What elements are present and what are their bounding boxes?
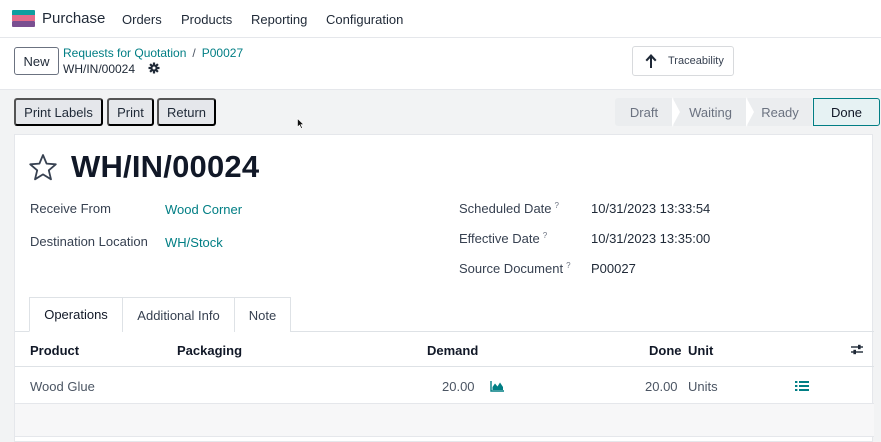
breadcrumb: Requests for Quotation / P00027 (63, 46, 243, 60)
forecast-chart-icon[interactable] (490, 380, 505, 392)
help-icon[interactable]: ? (543, 231, 547, 240)
notebook-tabs: Operations Additional Info Note (29, 297, 291, 332)
effective-date-label: Effective Date? (459, 231, 548, 246)
stage-ready[interactable]: Ready (748, 98, 812, 126)
app-logo-icon[interactable] (12, 10, 35, 27)
column-packaging[interactable]: Packaging (177, 343, 242, 358)
breadcrumb-separator: / (192, 46, 196, 60)
menu-orders[interactable]: Orders (122, 12, 162, 27)
stage-done[interactable]: Done (813, 98, 880, 126)
help-icon[interactable]: ? (566, 261, 570, 270)
form-sheet: WH/IN/00024 Receive From Wood Corner Des… (14, 134, 874, 442)
row-product[interactable]: Wood Glue (30, 379, 95, 394)
detailed-operations-icon[interactable] (795, 380, 809, 392)
column-product[interactable]: Product (30, 343, 79, 358)
table-row[interactable]: Wood Glue 20.00 20.00 Units (15, 368, 874, 404)
row-done[interactable]: 20.00 (645, 379, 678, 394)
source-document-value[interactable]: P00027 (591, 261, 636, 276)
traceability-label: Traceability (668, 55, 724, 67)
menu-configuration[interactable]: Configuration (326, 12, 403, 27)
stage-waiting[interactable]: Waiting (674, 97, 754, 127)
print-labels-button[interactable]: Print Labels (14, 98, 103, 126)
row-unit[interactable]: Units (688, 379, 718, 394)
column-demand[interactable]: Demand (427, 343, 478, 358)
receive-from-value[interactable]: Wood Corner (165, 202, 242, 217)
effective-date-value[interactable]: 10/31/2023 13:35:00 (591, 231, 710, 246)
app-name[interactable]: Purchase (42, 10, 105, 27)
new-button[interactable]: New (14, 47, 59, 75)
tab-operations[interactable]: Operations (29, 297, 123, 332)
column-done[interactable]: Done (649, 343, 682, 358)
breadcrumb-rfq-link[interactable]: Requests for Quotation (63, 46, 186, 60)
column-settings-icon[interactable] (850, 343, 864, 356)
traceability-button[interactable]: Traceability (632, 46, 734, 76)
tab-additional-info[interactable]: Additional Info (122, 297, 235, 332)
menu-reporting[interactable]: Reporting (251, 12, 307, 27)
destination-location-label: Destination Location (30, 234, 148, 249)
column-unit[interactable]: Unit (688, 343, 713, 358)
empty-row (15, 404, 874, 437)
row-demand[interactable]: 20.00 (442, 379, 475, 394)
source-document-label: Source Document? (459, 261, 571, 276)
status-bar: Draft Waiting Ready Done (615, 97, 880, 127)
destination-location-value[interactable]: WH/Stock (165, 235, 223, 250)
stage-draft[interactable]: Draft (615, 97, 680, 127)
arrow-up-icon (645, 54, 657, 68)
record-title: WH/IN/00024 (71, 149, 260, 184)
mouse-cursor-icon (297, 118, 305, 130)
receive-from-label: Receive From (30, 201, 111, 216)
scheduled-date-value[interactable]: 10/31/2023 13:33:54 (591, 201, 710, 216)
help-icon[interactable]: ? (555, 201, 559, 210)
star-icon[interactable] (28, 153, 58, 181)
table-header: Product Packaging Demand Done Unit (15, 332, 874, 367)
scheduled-date-label: Scheduled Date? (459, 201, 559, 216)
action-bar: Print Labels Print Return Draft Waiting … (0, 90, 881, 134)
breadcrumb-current: WH/IN/00024 (63, 62, 136, 76)
control-panel: New Requests for Quotation / P00027 WH/IN/… (0, 38, 881, 90)
gear-icon[interactable] (148, 62, 160, 74)
print-button[interactable]: Print (107, 98, 154, 126)
tab-note[interactable]: Note (234, 297, 291, 332)
top-navbar: Purchase Orders Products Reporting Confi… (0, 0, 881, 38)
breadcrumb-po-link[interactable]: P00027 (202, 46, 243, 60)
menu-products[interactable]: Products (181, 12, 232, 27)
return-button[interactable]: Return (157, 98, 216, 126)
